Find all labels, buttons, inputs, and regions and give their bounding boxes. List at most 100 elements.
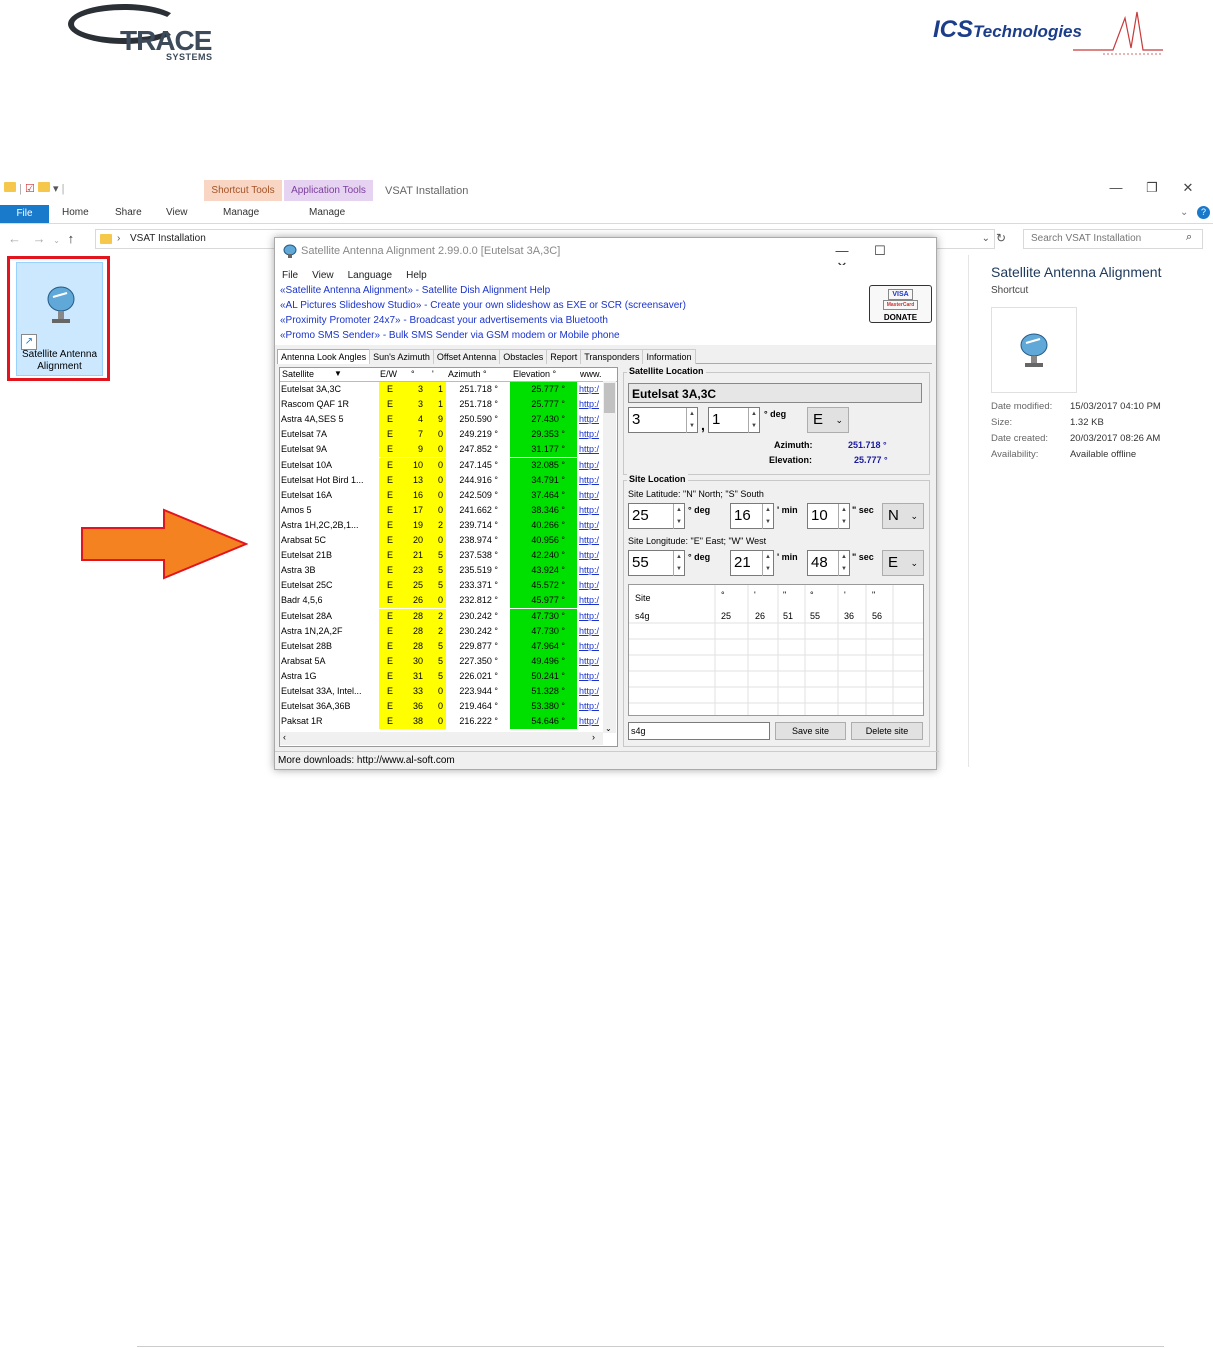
www-link[interactable]: http:/ xyxy=(579,458,603,473)
column-header-www[interactable]: www. xyxy=(580,369,602,379)
search-input[interactable]: Search VSAT Installation xyxy=(1023,229,1203,249)
www-link[interactable]: http:/ xyxy=(579,699,603,714)
expand-ribbon-icon[interactable]: ⌄ xyxy=(1180,207,1188,218)
promo-link[interactable]: «AL Pictures Slideshow Studio» - Create … xyxy=(280,300,686,311)
www-link[interactable]: http:/ xyxy=(579,714,603,729)
table-row[interactable]: Eutelsat 16A E 16 0 242.509 ° 37.464 ° http:/ xyxy=(280,487,603,503)
menu-file[interactable]: File xyxy=(282,270,298,281)
sort-desc-icon[interactable]: ▼ xyxy=(334,369,342,378)
donate-button[interactable]: VISA MasterCard DONATE xyxy=(869,285,932,323)
latitude-sec-spinner[interactable]: 10 ▲ ▼ xyxy=(807,503,850,529)
quick-access-toolbar[interactable]: | ☑ ▾ | xyxy=(4,182,64,202)
www-link[interactable]: http:/ xyxy=(579,669,603,684)
table-row[interactable]: Astra 1N,2A,2F E 28 2 230.242 ° 47.730 ° http:… xyxy=(280,623,603,639)
longitude-sec-spinner[interactable]: 48 ▲ ▼ xyxy=(807,550,850,576)
table-row[interactable]: Amos 5 E 17 0 241.662 ° 38.346 ° http:/ xyxy=(280,502,603,518)
back-icon[interactable]: ← xyxy=(8,231,21,246)
spinner-arrows-icon[interactable]: ▲ ▼ xyxy=(748,408,759,433)
refresh-icon[interactable]: ↻ xyxy=(996,231,1006,245)
www-link[interactable]: http:/ xyxy=(579,442,603,457)
table-row[interactable]: Rascom QAF 1R E 3 1 251.718 ° 25.777 ° http:/ xyxy=(280,397,603,413)
new-folder-icon[interactable] xyxy=(37,182,50,192)
longitude-min-spinner[interactable]: 21 ▲ ▼ xyxy=(730,550,774,576)
www-link[interactable]: http:/ xyxy=(579,397,603,412)
www-link[interactable]: http:/ xyxy=(579,624,603,639)
table-row[interactable]: Eutelsat 9A E 9 0 247.852 ° 31.177 ° http:/ xyxy=(280,442,603,458)
promo-link[interactable]: «Proximity Promoter 24x7» - Broadcast yo… xyxy=(280,315,608,326)
menu-language[interactable]: Language xyxy=(348,270,393,281)
table-row[interactable]: Astra 1H,2C,2B,1... E 19 2 239.714 ° 40.266 °… xyxy=(280,517,603,533)
close-icon[interactable]: ✕ xyxy=(1170,180,1206,196)
scroll-right-icon[interactable]: › xyxy=(592,732,595,742)
minimize-icon[interactable]: — xyxy=(1098,180,1134,195)
longitude-direction-select[interactable]: E ⌄ xyxy=(882,550,924,576)
tab-view[interactable]: View xyxy=(166,207,188,218)
www-link[interactable]: http:/ xyxy=(579,639,603,654)
tab-antenna-look-angles[interactable]: Antenna Look Angles xyxy=(277,349,371,364)
www-link[interactable]: http:/ xyxy=(579,488,603,503)
scroll-left-icon[interactable]: ‹ xyxy=(283,732,286,742)
www-link[interactable]: http:/ xyxy=(579,382,603,397)
table-row[interactable]: Arabsat 5A E 30 5 227.350 ° 49.496 ° http:/ xyxy=(280,653,603,669)
www-link[interactable]: http:/ xyxy=(579,503,603,518)
table-row[interactable]: s4g 25 26 51 55 36 56 xyxy=(629,609,923,623)
tab-file[interactable]: File xyxy=(0,205,49,223)
recent-dropdown-icon[interactable]: ⌄ xyxy=(53,236,60,245)
column-header-elevation[interactable]: Elevation ° xyxy=(513,369,556,379)
table-row[interactable]: Eutelsat 28B E 28 5 229.877 ° 47.964 ° http:/ xyxy=(280,638,603,654)
table-row[interactable]: Paksat 1R E 38 0 216.222 ° 54.646 ° http:/ xyxy=(280,714,603,730)
latitude-direction-select[interactable]: N ⌄ xyxy=(882,503,924,529)
satellite-deg-spinner[interactable]: 3 ▲ ▼ xyxy=(628,407,698,433)
column-header-ew[interactable]: E/W xyxy=(380,369,397,379)
help-icon[interactable]: ? xyxy=(1197,206,1210,219)
site-name-input[interactable] xyxy=(628,722,770,740)
spinner-arrows-icon[interactable]: ▲ ▼ xyxy=(673,504,684,529)
restore-icon[interactable]: ❐ xyxy=(1134,180,1170,196)
tab-information[interactable]: Information xyxy=(642,349,696,364)
www-link[interactable]: http:/ xyxy=(579,593,603,608)
table-row[interactable]: Eutelsat Hot Bird 1... E 13 0 244.916 ° 34.79… xyxy=(280,472,602,488)
tab-home[interactable]: Home xyxy=(62,207,89,218)
www-link[interactable]: http:/ xyxy=(579,684,603,699)
breadcrumb[interactable]: VSAT Installation xyxy=(130,233,206,244)
tab-manage-application[interactable]: Manage xyxy=(309,207,345,218)
column-header-min[interactable]: ' xyxy=(432,369,434,379)
satellite-direction-select[interactable]: E ⌄ xyxy=(807,407,849,433)
breadcrumb-chevron-icon[interactable]: › xyxy=(117,230,120,248)
www-link[interactable]: http:/ xyxy=(579,412,603,427)
table-row[interactable]: Eutelsat 10A E 10 0 247.145 ° 32.085 ° http:/ xyxy=(280,457,603,473)
scroll-down-icon[interactable]: ⌄ xyxy=(605,724,612,733)
table-row[interactable]: Eutelsat 25C E 25 5 233.371 ° 45.572 ° http:/ xyxy=(280,578,603,594)
properties-icon[interactable]: ☑ xyxy=(25,183,35,195)
address-dropdown-icon[interactable]: ⌄ xyxy=(982,230,990,248)
table-row[interactable]: Eutelsat 7A E 7 0 249.219 ° 29.353 ° http:/ xyxy=(280,427,603,443)
spinner-arrows-icon[interactable]: ▲ ▼ xyxy=(762,551,773,576)
column-header-satellite[interactable]: Satellite xyxy=(282,369,314,379)
maximize-icon[interactable]: ☐ xyxy=(861,243,899,259)
table-row[interactable]: Eutelsat 21B E 21 5 237.538 ° 42.240 ° http:/ xyxy=(280,548,603,564)
promo-link[interactable]: «Promo SMS Sender» - Bulk SMS Sender via… xyxy=(280,330,620,341)
spinner-arrows-icon[interactable]: ▲ ▼ xyxy=(838,504,849,529)
column-header-azimuth[interactable]: Azimuth ° xyxy=(448,369,487,379)
delete-site-button[interactable]: Delete site xyxy=(851,722,923,740)
www-link[interactable]: http:/ xyxy=(579,548,603,563)
table-row[interactable]: Arabsat 5C E 20 0 238.974 ° 40.956 ° http:/ xyxy=(280,533,602,548)
www-link[interactable]: http:/ xyxy=(579,578,603,593)
table-row[interactable]: Astra 4A,SES 5 E 4 9 250.590 ° 27.430 ° http:/ xyxy=(280,412,603,428)
satellite-min-spinner[interactable]: 1 ▲ ▼ xyxy=(708,407,760,433)
spinner-arrows-icon[interactable]: ▲ ▼ xyxy=(673,551,684,576)
www-link[interactable]: http:/ xyxy=(579,563,603,578)
www-link[interactable]: http:/ xyxy=(579,533,603,548)
table-row[interactable]: Eutelsat 33A, Intel... E 33 0 223.944 ° 51.32… xyxy=(280,684,602,699)
customize-toolbar-icon[interactable]: ▾ xyxy=(53,183,59,195)
menu-view[interactable]: View xyxy=(312,270,334,281)
tab-share[interactable]: Share xyxy=(115,207,142,218)
www-link[interactable]: http:/ xyxy=(579,518,603,533)
up-icon[interactable]: ↑ xyxy=(68,231,75,246)
latitude-deg-spinner[interactable]: 25 ▲ ▼ xyxy=(628,503,685,529)
www-link[interactable]: http:/ xyxy=(579,654,603,669)
search-icon[interactable]: ⌕ xyxy=(1186,231,1192,244)
spinner-arrows-icon[interactable]: ▲ ▼ xyxy=(686,408,697,433)
www-link[interactable]: http:/ xyxy=(579,427,603,442)
tab-obstacles[interactable]: Obstacles xyxy=(499,349,548,364)
